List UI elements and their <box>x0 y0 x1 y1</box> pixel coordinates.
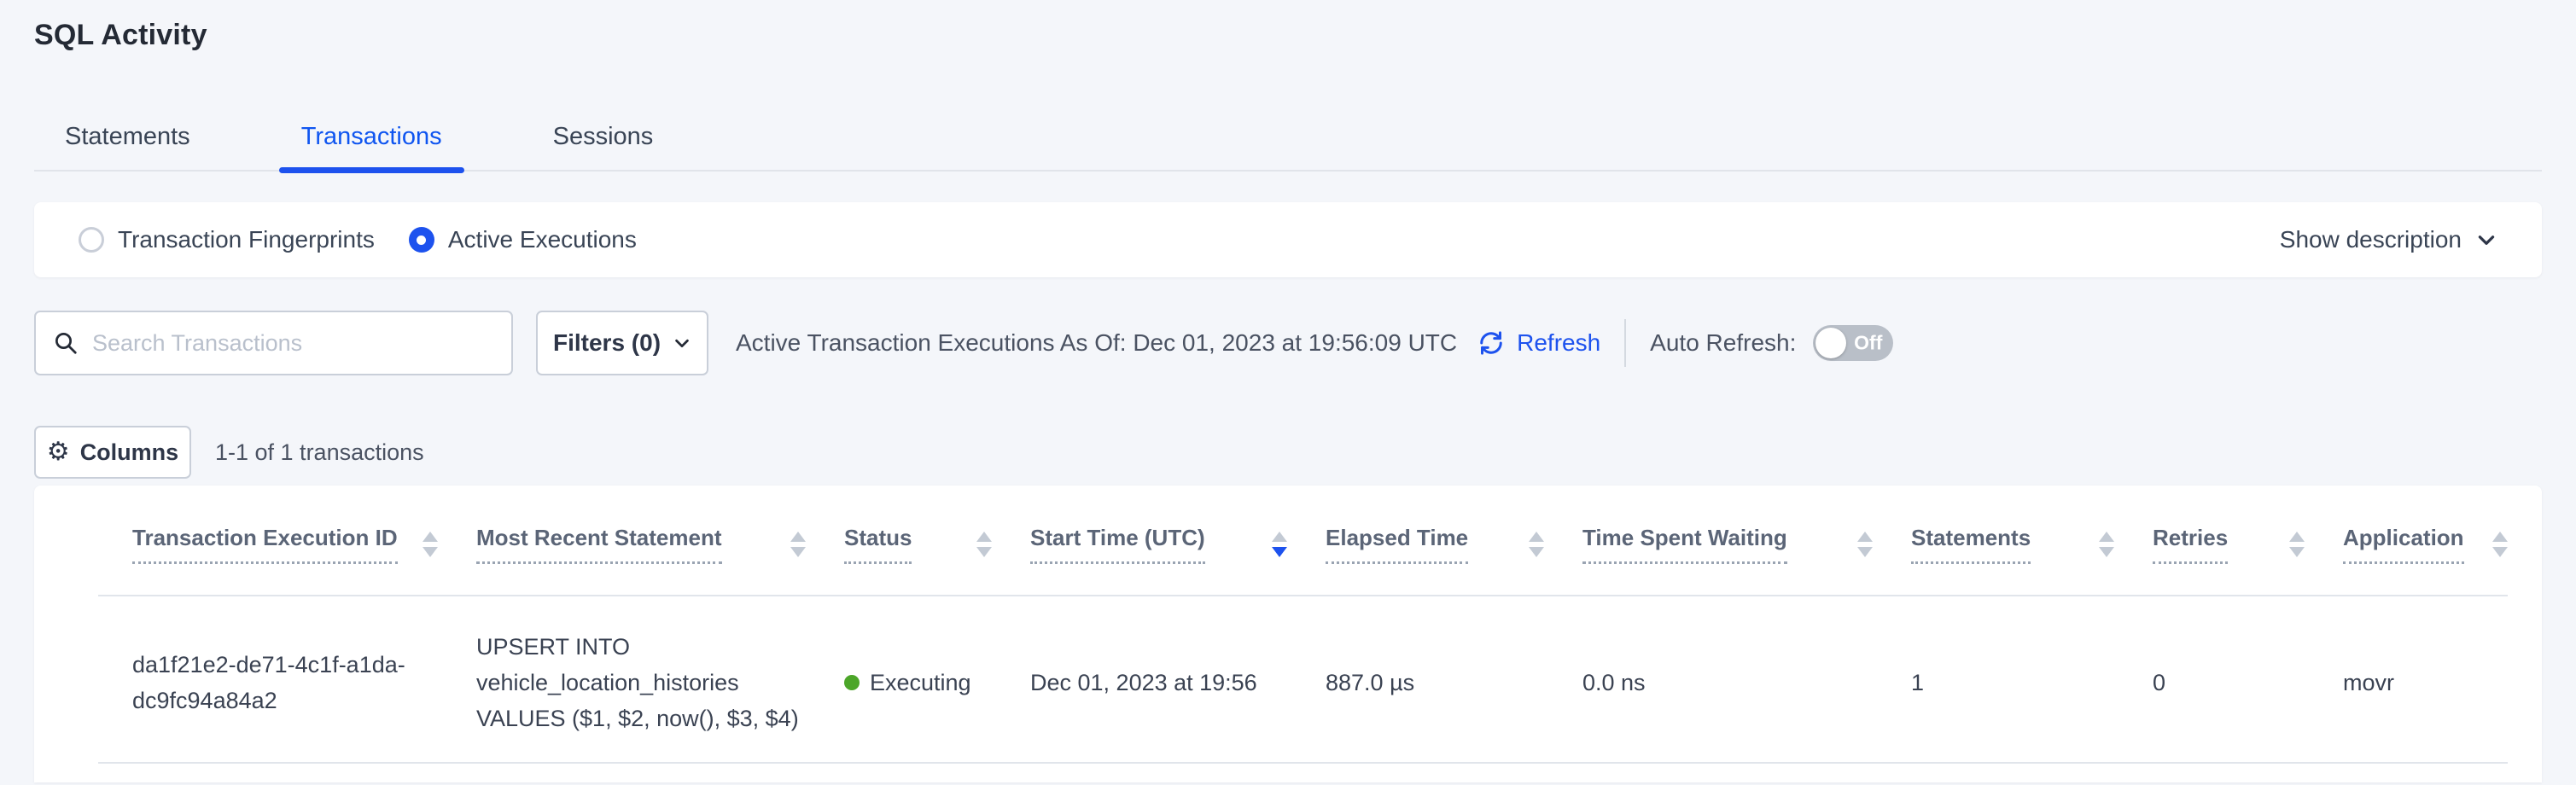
search-input[interactable] <box>92 330 494 357</box>
cell-most-recent-statement[interactable]: UPSERT INTO vehicle_location_histories V… <box>476 596 844 763</box>
cell-start-time: Dec 01, 2023 at 19:56 <box>1030 596 1326 763</box>
sort-icon[interactable] <box>2099 532 2114 557</box>
columns-label: Columns <box>80 439 179 466</box>
status-executing-dot-icon <box>844 675 860 690</box>
column-header-application[interactable]: Application <box>2343 486 2508 596</box>
cell-elapsed-time: 887.0 µs <box>1326 596 1582 763</box>
refresh-icon <box>1476 328 1507 358</box>
chevron-down-icon <box>2475 229 2497 251</box>
transactions-table: Transaction Execution ID Most Recent Sta… <box>98 486 2508 764</box>
cell-statements: 1 <box>1911 596 2153 763</box>
cell-transaction-execution-id[interactable]: da1f21e2-de71-4c1f-a1da-dc9fc94a84a2 <box>98 596 476 763</box>
table-header-row: Transaction Execution ID Most Recent Sta… <box>98 486 2508 596</box>
column-header-time-spent-waiting[interactable]: Time Spent Waiting <box>1582 486 1911 596</box>
auto-refresh-toggle[interactable]: Off <box>1813 325 1893 361</box>
search-icon <box>53 330 79 356</box>
cell-application: movr <box>2343 596 2508 763</box>
filters-label: Filters (0) <box>553 329 661 357</box>
sort-icon[interactable] <box>2492 532 2508 557</box>
controls-row: Filters (0) Active Transaction Execution… <box>34 311 2542 375</box>
cell-time-spent-waiting: 0.0 ns <box>1582 596 1911 763</box>
column-header-statements[interactable]: Statements <box>1911 486 2153 596</box>
radio-label: Active Executions <box>448 226 637 253</box>
show-description-button[interactable]: Show description <box>2280 226 2497 253</box>
show-description-label: Show description <box>2280 226 2462 253</box>
refresh-button[interactable]: Refresh <box>1476 328 1600 358</box>
toggle-knob-icon <box>1815 328 1846 358</box>
tab-statements[interactable]: Statements <box>43 122 213 170</box>
radio-active-executions[interactable]: Active Executions <box>409 226 637 253</box>
gear-icon: ⚙ <box>47 439 70 465</box>
results-count: 1-1 of 1 transactions <box>215 439 424 466</box>
radio-selected-icon[interactable] <box>409 227 434 253</box>
sort-icon[interactable] <box>976 532 992 557</box>
sort-icon[interactable] <box>1857 532 1873 557</box>
radio-transaction-fingerprints[interactable]: Transaction Fingerprints <box>79 226 375 253</box>
table-row[interactable]: da1f21e2-de71-4c1f-a1da-dc9fc94a84a2 UPS… <box>98 596 2508 763</box>
status-label: Executing <box>870 665 971 701</box>
auto-refresh-label: Auto Refresh: <box>1650 329 1796 357</box>
column-header-transaction-execution-id[interactable]: Transaction Execution ID <box>98 486 476 596</box>
cell-status: Executing <box>844 596 1030 763</box>
tab-bar: Statements Transactions Sessions <box>34 122 2542 172</box>
column-header-retries[interactable]: Retries <box>2153 486 2343 596</box>
sort-icon[interactable] <box>1529 532 1544 557</box>
transactions-table-card: Transaction Execution ID Most Recent Sta… <box>34 486 2542 782</box>
column-header-start-time[interactable]: Start Time (UTC) <box>1030 486 1326 596</box>
tab-transactions[interactable]: Transactions <box>279 122 464 170</box>
toggle-state-label: Off <box>1854 332 1882 355</box>
refresh-label: Refresh <box>1517 329 1600 357</box>
table-toolbar: ⚙ Columns 1-1 of 1 transactions <box>34 426 2542 479</box>
sort-icon[interactable] <box>790 532 806 557</box>
search-box[interactable] <box>34 311 513 375</box>
radio-label: Transaction Fingerprints <box>118 226 375 253</box>
column-header-status[interactable]: Status <box>844 486 1030 596</box>
column-header-most-recent-statement[interactable]: Most Recent Statement <box>476 486 844 596</box>
filters-button[interactable]: Filters (0) <box>536 311 708 375</box>
page-title: SQL Activity <box>34 0 2542 52</box>
columns-button[interactable]: ⚙ Columns <box>34 426 191 479</box>
column-header-elapsed-time[interactable]: Elapsed Time <box>1326 486 1582 596</box>
view-mode-card: Transaction Fingerprints Active Executio… <box>34 202 2542 277</box>
chevron-down-icon <box>673 334 691 352</box>
sort-icon[interactable] <box>1272 532 1287 557</box>
sort-icon[interactable] <box>2289 532 2305 557</box>
cell-retries: 0 <box>2153 596 2343 763</box>
as-of-timestamp: Active Transaction Executions As Of: Dec… <box>736 329 1457 357</box>
sort-icon[interactable] <box>423 532 438 557</box>
vertical-divider <box>1624 319 1626 367</box>
sql-activity-page: SQL Activity Statements Transactions Ses… <box>0 0 2576 785</box>
radio-unselected-icon[interactable] <box>79 227 104 253</box>
tab-sessions[interactable]: Sessions <box>531 122 676 170</box>
